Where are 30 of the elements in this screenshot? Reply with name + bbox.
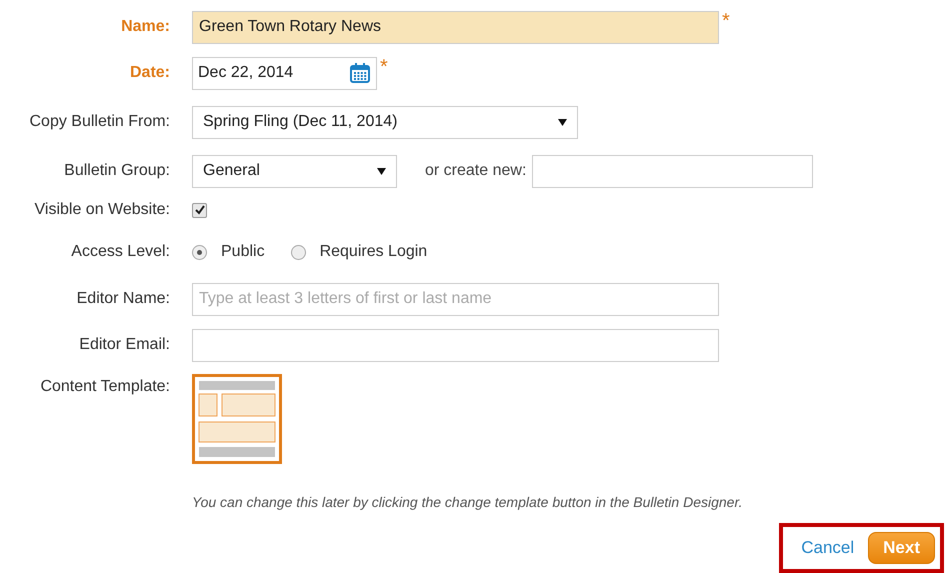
help-text: You can change this later by clicking the change template button in the Bulletin Designer.: [192, 494, 744, 510]
calendar-icon[interactable]: [349, 62, 371, 84]
option-label: Requires Login: [320, 243, 428, 261]
field-label: Access Level:: [70, 243, 170, 261]
dropdown[interactable]: Spring Fling (Dec 11, 2014): [192, 106, 578, 138]
caret-icon: [558, 118, 567, 126]
template-thumbnail[interactable]: [192, 374, 282, 464]
dropdown[interactable]: General: [192, 154, 397, 188]
field-label: Content Template:: [39, 377, 170, 396]
field-label: Bulletin Group:: [63, 162, 170, 180]
text-field[interactable]: [532, 154, 814, 188]
cancel-link[interactable]: Cancel: [801, 538, 854, 558]
checkbox[interactable]: [192, 202, 207, 218]
field-label: Copy Bulletin From:: [28, 113, 170, 131]
radio-button[interactable]: [192, 244, 207, 260]
option-label: Public: [221, 243, 265, 261]
required-mark: *: [380, 56, 388, 79]
field-label: or create new:: [425, 162, 526, 180]
radio-button[interactable]: [290, 244, 306, 260]
required-mark: *: [722, 10, 730, 33]
field-label: Visible on Website:: [34, 201, 170, 219]
text-field[interactable]: Type at least 3 letters of first or last name: [192, 282, 719, 316]
text-field[interactable]: [192, 328, 719, 362]
field-label: Name:: [120, 18, 170, 36]
field-label: Editor Name:: [76, 290, 170, 308]
date-field[interactable]: Dec 22, 2014: [192, 56, 377, 90]
field-label: Editor Email:: [78, 336, 170, 354]
caret-icon: [377, 166, 386, 176]
field-label: Date:: [128, 64, 170, 82]
text-field[interactable]: Green Town Rotary News: [192, 10, 719, 44]
